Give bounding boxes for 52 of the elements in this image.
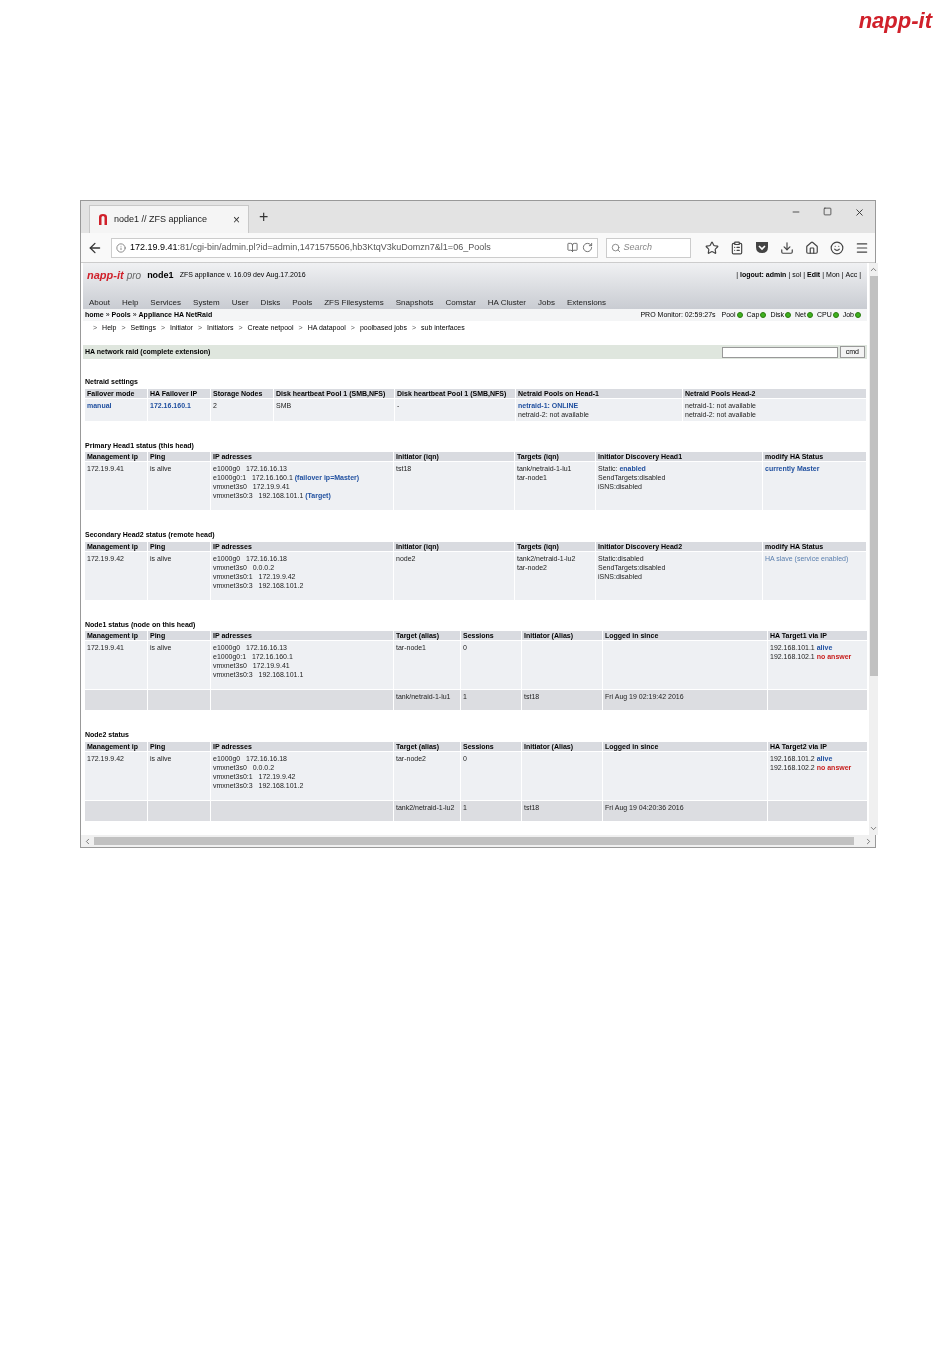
table-cell (85, 690, 147, 710)
menu-item[interactable]: Jobs (538, 296, 555, 309)
table-cell (148, 800, 210, 821)
reload-icon[interactable] (581, 242, 593, 253)
menu-item[interactable]: User (231, 296, 249, 309)
smiley-icon[interactable] (830, 240, 844, 255)
scroll-left-icon[interactable] (83, 836, 92, 846)
menu-item[interactable]: ZFS Filesystems (324, 296, 384, 309)
search-placeholder: Search (623, 240, 653, 254)
menu-item[interactable]: Snapshots (395, 296, 434, 309)
brand-logo: napp-it (87, 268, 124, 283)
menu-item[interactable]: Help (121, 296, 139, 309)
tab-title: node1 // ZFS appliance (114, 212, 209, 226)
horizontal-scrollbar[interactable] (81, 835, 875, 847)
home-icon[interactable] (805, 240, 819, 255)
menu-item[interactable]: Pools (292, 296, 313, 309)
scroll-right-icon[interactable] (864, 836, 873, 846)
url-field[interactable]: 172.19.9.41:81/cgi-bin/admin.pl?id=admin,1471575506,hb3KtqV3kuDomzn7&l1=06_Pools (110, 237, 598, 258)
browser-tab[interactable]: node1 // ZFS appliance × (89, 205, 249, 233)
scroll-thumb[interactable] (869, 276, 878, 676)
search-icon (610, 242, 621, 253)
clipboard-icon[interactable] (730, 240, 744, 255)
menu-item[interactable]: Comstar (445, 296, 476, 309)
menu-item[interactable]: HA Cluster (487, 296, 527, 309)
site-icon (98, 214, 108, 225)
brand-suffix: pro (126, 268, 142, 283)
download-icon[interactable] (780, 240, 794, 255)
menu-item[interactable]: System (193, 296, 220, 309)
scroll-thumb[interactable] (94, 837, 854, 845)
logo: napp-it (858, 8, 932, 34)
maximize-icon[interactable] (823, 207, 832, 216)
menu-item[interactable]: Extensions (566, 296, 607, 309)
menu-item[interactable]: Services (150, 296, 182, 309)
search-field[interactable]: Search (605, 237, 691, 258)
table-cell (148, 690, 210, 710)
menu-icon[interactable] (855, 240, 869, 255)
new-tab-button[interactable]: + (259, 205, 269, 229)
info-icon (115, 242, 126, 253)
table-cell (85, 800, 147, 821)
bookmark-star-icon[interactable] (705, 240, 719, 255)
tab-close[interactable]: × (233, 210, 240, 229)
url-text: 172.19.9.41:81/cgi-bin/admin.pl?id=admin,1471575506,hb3KtqV3kuDomzn7&l1=06_Pools (129, 240, 492, 254)
menu-item[interactable]: About (89, 296, 110, 309)
reader-icon[interactable] (566, 242, 578, 253)
close-icon[interactable] (854, 207, 865, 218)
scroll-down-icon[interactable] (869, 824, 878, 833)
menu-item[interactable]: Disks (260, 296, 281, 309)
vertical-scrollbar[interactable] (869, 263, 878, 835)
host-name: node1 (147, 268, 174, 282)
cmd-input[interactable] (721, 346, 838, 358)
shield-icon[interactable] (755, 241, 769, 254)
scroll-up-icon[interactable] (869, 265, 878, 274)
